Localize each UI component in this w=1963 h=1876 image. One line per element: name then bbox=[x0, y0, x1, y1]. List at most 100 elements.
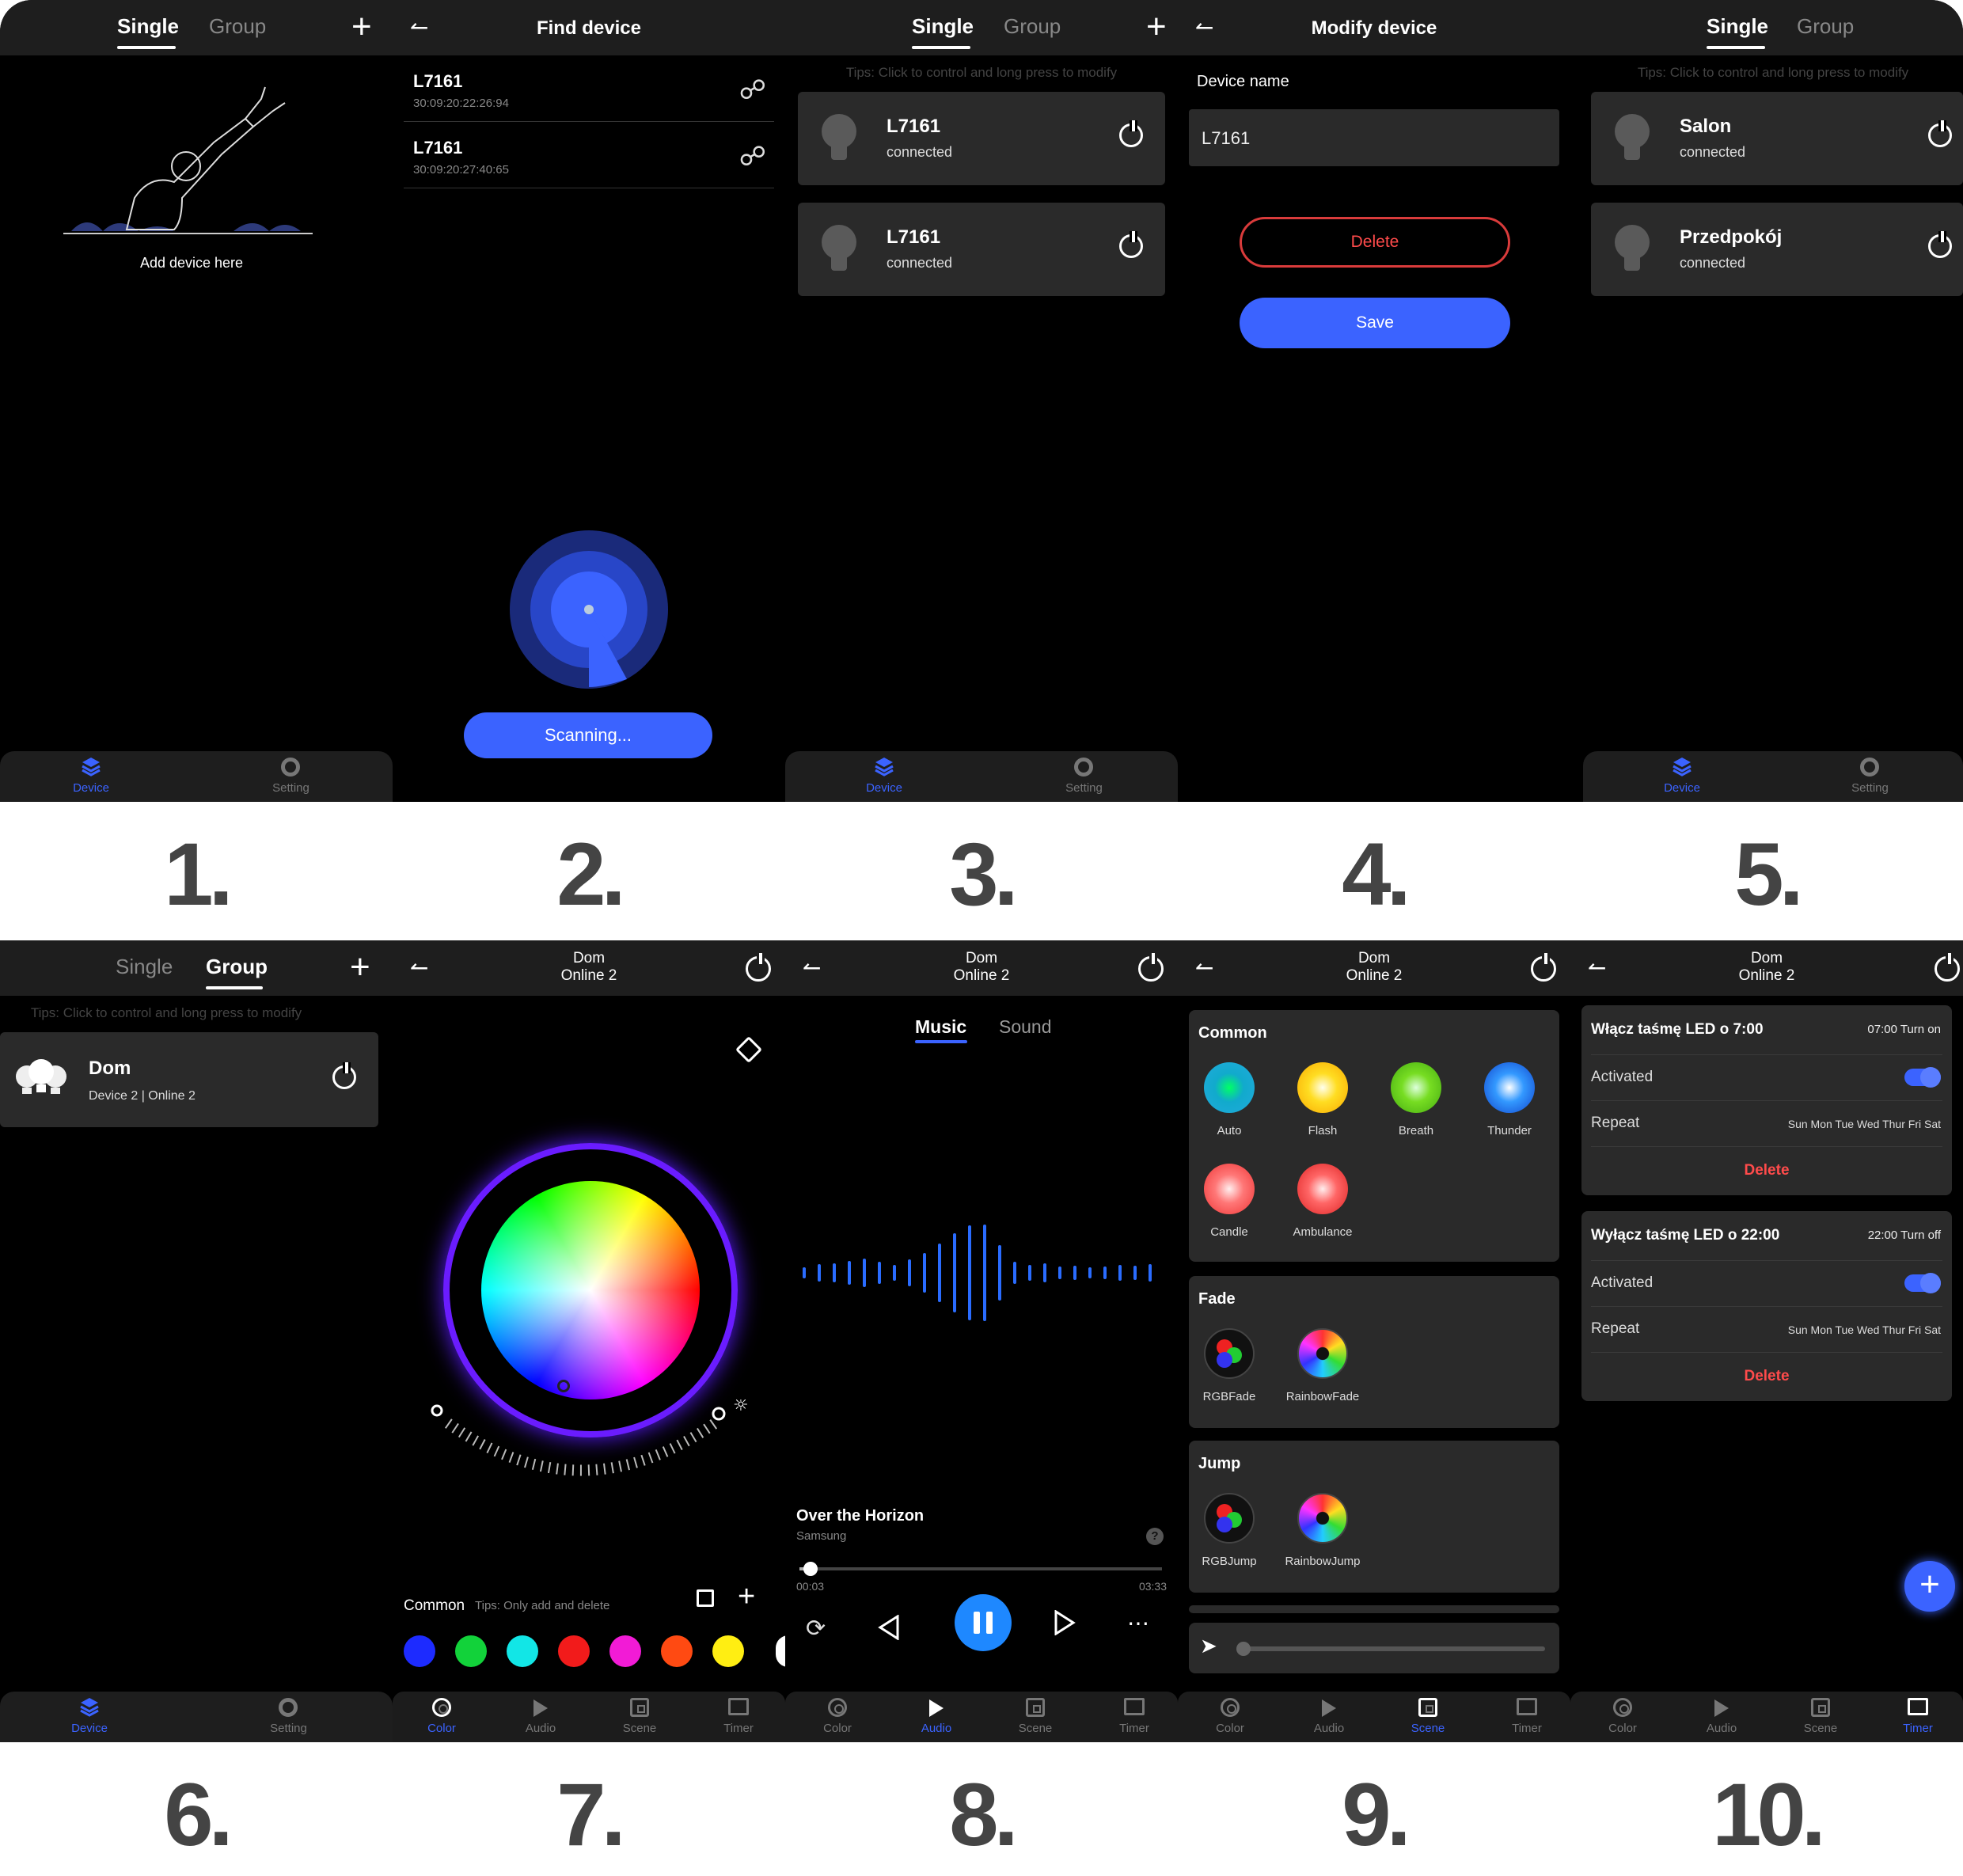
nav-audio[interactable]: Audio bbox=[911, 1722, 962, 1735]
scene-auto[interactable]: Auto bbox=[1186, 1062, 1273, 1137]
device-card[interactable]: L7161 connected bbox=[798, 203, 1165, 296]
nav-audio[interactable]: Audio bbox=[1304, 1722, 1354, 1735]
layers-icon[interactable] bbox=[81, 756, 101, 778]
rotate-icon[interactable] bbox=[735, 1036, 762, 1063]
nav-device[interactable]: Device bbox=[63, 781, 119, 795]
nav-audio[interactable]: Audio bbox=[1696, 1722, 1747, 1735]
nav-device[interactable]: Device bbox=[1654, 781, 1710, 795]
timer-icon[interactable] bbox=[1124, 1698, 1145, 1715]
color-swatch[interactable] bbox=[661, 1635, 693, 1667]
found-device-row[interactable]: L7161 30:09:20:22:26:94 ☍ bbox=[404, 55, 774, 122]
scene-rgbjump[interactable]: RGBJump bbox=[1186, 1493, 1273, 1568]
power-icon[interactable] bbox=[1928, 231, 1952, 258]
speed-slider[interactable] bbox=[1240, 1646, 1545, 1651]
timer-icon[interactable] bbox=[728, 1698, 749, 1715]
device-card[interactable]: Przedpokój connected bbox=[1591, 203, 1963, 296]
tab-group[interactable]: Group bbox=[1797, 14, 1854, 39]
power-icon[interactable] bbox=[332, 1062, 356, 1089]
color-icon[interactable] bbox=[828, 1698, 847, 1717]
repeat-icon[interactable]: ⟳ bbox=[806, 1615, 826, 1642]
nav-color[interactable]: Color bbox=[1597, 1722, 1648, 1735]
device-card[interactable]: L7161 connected bbox=[798, 92, 1165, 185]
add-icon[interactable]: + bbox=[350, 950, 370, 985]
nav-audio[interactable]: Audio bbox=[515, 1722, 566, 1735]
power-icon[interactable] bbox=[1928, 120, 1952, 147]
nav-color[interactable]: Color bbox=[812, 1722, 863, 1735]
device-card[interactable]: Salon connected bbox=[1591, 92, 1963, 185]
color-swatch[interactable] bbox=[558, 1635, 590, 1667]
tab-group[interactable]: Group bbox=[1004, 14, 1061, 39]
tab-group[interactable]: Group bbox=[209, 14, 266, 39]
nav-timer[interactable]: Timer bbox=[1109, 1722, 1160, 1735]
scene-thunder[interactable]: Thunder bbox=[1466, 1062, 1553, 1137]
found-device-row[interactable]: L7161 30:09:20:27:40:65 ☍ bbox=[404, 122, 774, 188]
nav-scene[interactable]: Scene bbox=[614, 1722, 665, 1735]
nav-setting[interactable]: Setting bbox=[1840, 781, 1900, 795]
nav-color[interactable]: Color bbox=[416, 1722, 467, 1735]
color-wheel[interactable] bbox=[481, 1181, 700, 1399]
next-icon[interactable] bbox=[1053, 1609, 1076, 1639]
layers-icon[interactable] bbox=[874, 756, 894, 778]
scene-icon[interactable] bbox=[1811, 1698, 1830, 1717]
color-icon[interactable] bbox=[1221, 1698, 1240, 1717]
color-swatch[interactable] bbox=[455, 1635, 487, 1667]
nav-scene[interactable]: Scene bbox=[1795, 1722, 1846, 1735]
device-name-field[interactable]: L7161 bbox=[1189, 109, 1559, 166]
power-icon[interactable] bbox=[1138, 953, 1164, 982]
speed-slider-handle[interactable] bbox=[1236, 1642, 1251, 1656]
color-icon[interactable] bbox=[432, 1698, 451, 1717]
tab-group[interactable]: Group bbox=[206, 955, 268, 979]
timer-card[interactable]: Wyłącz taśmę LED o 22:00 22:00 Turn off … bbox=[1581, 1211, 1952, 1401]
scene-breath[interactable]: Breath bbox=[1373, 1062, 1460, 1137]
activated-toggle[interactable] bbox=[1904, 1067, 1941, 1088]
nav-setting[interactable]: Setting bbox=[261, 781, 321, 795]
color-swatch[interactable] bbox=[609, 1635, 641, 1667]
nav-device[interactable]: Device bbox=[856, 781, 912, 795]
scene-rgbfade[interactable]: RGBFade bbox=[1186, 1328, 1273, 1403]
add-timer-button[interactable]: + bbox=[1904, 1561, 1955, 1612]
delete-button[interactable]: Delete bbox=[1240, 217, 1510, 268]
power-icon[interactable] bbox=[1935, 953, 1960, 982]
brightness-slider[interactable]: ☼ bbox=[424, 1399, 757, 1510]
more-icon[interactable]: ⋯ bbox=[1127, 1610, 1149, 1636]
color-swatch[interactable] bbox=[404, 1635, 435, 1667]
progress-handle[interactable] bbox=[803, 1562, 818, 1576]
add-icon[interactable]: + bbox=[351, 9, 372, 44]
color-picker-handle[interactable] bbox=[557, 1380, 570, 1392]
play-icon[interactable] bbox=[533, 1699, 548, 1717]
save-button[interactable]: Save bbox=[1240, 298, 1510, 348]
power-icon[interactable] bbox=[1531, 953, 1556, 982]
link-icon[interactable]: ☍ bbox=[739, 141, 766, 173]
tab-single[interactable]: Single bbox=[1707, 14, 1768, 39]
nav-device[interactable]: Device bbox=[62, 1722, 117, 1735]
timer-icon[interactable] bbox=[1908, 1698, 1928, 1715]
color-icon[interactable] bbox=[1613, 1698, 1632, 1717]
timer-icon[interactable] bbox=[1517, 1698, 1537, 1715]
scene-candle[interactable]: Candle bbox=[1186, 1164, 1273, 1239]
nav-color[interactable]: Color bbox=[1205, 1722, 1255, 1735]
help-icon[interactable]: ? bbox=[1146, 1528, 1164, 1545]
tab-music[interactable]: Music bbox=[915, 1016, 966, 1038]
link-icon[interactable]: ☍ bbox=[739, 74, 766, 106]
color-swatch[interactable] bbox=[507, 1635, 538, 1667]
nav-timer[interactable]: Timer bbox=[713, 1722, 764, 1735]
tab-single[interactable]: Single bbox=[912, 14, 974, 39]
layers-icon[interactable] bbox=[79, 1696, 100, 1718]
play-icon[interactable] bbox=[929, 1699, 944, 1717]
play-icon[interactable] bbox=[1714, 1699, 1729, 1717]
scene-icon[interactable] bbox=[1026, 1698, 1045, 1717]
previous-icon[interactable] bbox=[877, 1615, 899, 1640]
scene-ambulance[interactable]: Ambulance bbox=[1279, 1164, 1366, 1239]
nav-setting[interactable]: Setting bbox=[259, 1722, 318, 1735]
scanning-button[interactable]: Scanning... bbox=[464, 712, 712, 758]
gear-icon[interactable] bbox=[279, 1698, 298, 1717]
delete-timer-button[interactable]: Delete bbox=[1581, 1162, 1952, 1179]
power-icon[interactable] bbox=[1119, 231, 1143, 258]
delete-timer-button[interactable]: Delete bbox=[1581, 1368, 1952, 1385]
layers-icon[interactable] bbox=[1672, 756, 1692, 778]
gear-icon[interactable] bbox=[1074, 758, 1093, 777]
scene-rainbowfade[interactable]: RainbowFade bbox=[1279, 1328, 1366, 1403]
activated-toggle[interactable] bbox=[1904, 1273, 1941, 1293]
group-card[interactable]: Dom Device 2 | Online 2 bbox=[0, 1032, 378, 1127]
play-icon[interactable] bbox=[1322, 1699, 1336, 1717]
